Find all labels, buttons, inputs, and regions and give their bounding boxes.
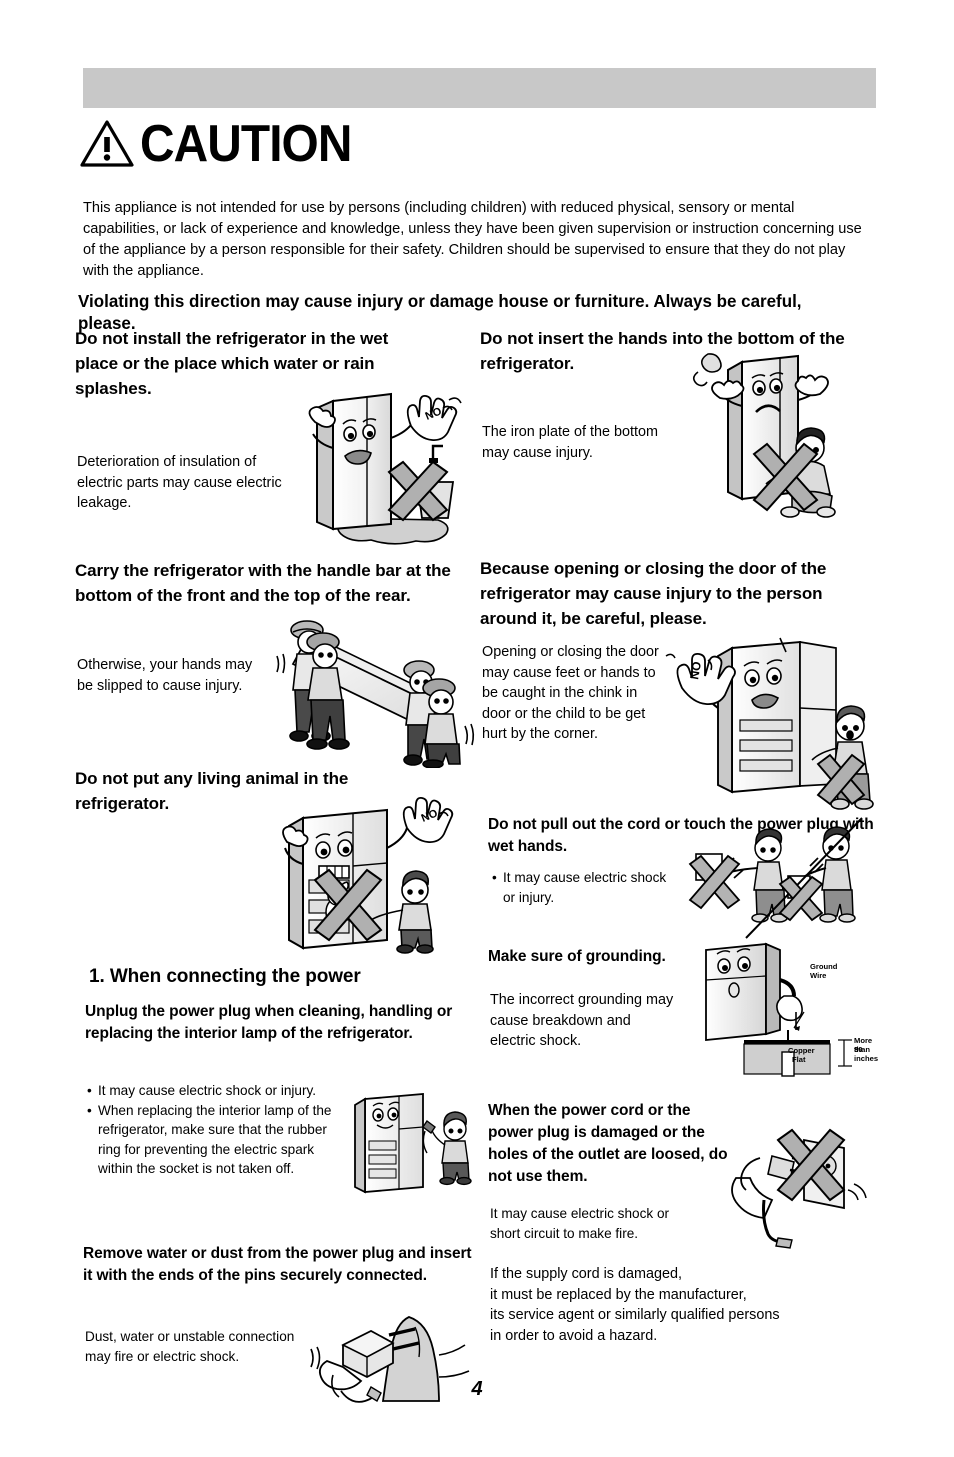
section-living-animal: Do not put any living animal in the refr…	[75, 766, 475, 961]
copper-label-line1: Copper	[788, 1046, 815, 1055]
section-carry-refrigerator: Carry the refrigerator with the handle b…	[75, 558, 475, 769]
section-wet-hands-plug: Do not pull out the cord or touch the po…	[480, 814, 880, 946]
section-opening-closing-door: Because opening or closing the door of t…	[480, 556, 880, 814]
section-hands-bottom: Do not insert the hands into the bottom …	[480, 326, 880, 556]
section-unplug-power-plug: Unplug the power plug when cleaning, han…	[75, 1001, 475, 1239]
copper-label-line2: Flat	[792, 1055, 806, 1064]
carrying-refrigerator-illustration	[261, 608, 481, 769]
list-item: It may cause electric shock or injury.	[87, 1081, 349, 1101]
section-damaged-cord: When the power cord or the power plug is…	[480, 1100, 880, 1260]
section-grounding: Make sure of grounding. The incorrect gr…	[480, 942, 880, 1098]
door-open-illustration: NO	[660, 634, 880, 812]
section-heading: Make sure of grounding.	[488, 948, 666, 965]
header-band	[83, 68, 876, 108]
section-body: It may cause electric shock or short cir…	[490, 1206, 670, 1241]
ground-wire-label-line1: Ground	[810, 962, 838, 971]
section-bullets: It may cause electric shock or injury.	[492, 868, 672, 907]
section-heading: Remove water or dust from the power plug…	[83, 1245, 472, 1284]
section-heading: When the power cord or the power plug is…	[488, 1102, 728, 1185]
manual-page: CAUTION This appliance is not intended f…	[0, 0, 954, 1457]
list-item: When replacing the interior lamp of the …	[87, 1101, 349, 1179]
wet-hands-illustration	[676, 810, 876, 942]
section-bullets: It may cause electric shock or injury. W…	[87, 1081, 349, 1179]
damaged-outlet-illustration	[720, 1122, 880, 1252]
caution-title: CAUTION	[140, 115, 352, 173]
ground-wire-label-line2: Wire	[810, 971, 827, 980]
section-heading: Because opening or closing the door of t…	[480, 559, 827, 628]
section-body: Deterioration of insulation of electric …	[77, 454, 282, 511]
section-body: Opening or closing the door may cause fe…	[482, 644, 659, 742]
caution-intro-paragraph: This appliance is not intended for use b…	[83, 199, 862, 279]
section-heading: Carry the refrigerator with the handle b…	[75, 561, 451, 605]
depth-label-line2: 30 inches	[854, 1045, 879, 1063]
section-heading-when-connecting-power: 1. When connecting the power	[89, 966, 361, 987]
grounding-diagram: Ground Wire Copper Flat More than 30 inc…	[692, 934, 884, 1086]
section-heading: Unplug the power plug when cleaning, han…	[85, 1003, 453, 1042]
caution-heading: CAUTION	[80, 118, 370, 170]
hands-bottom-illustration	[680, 344, 880, 542]
living-animal-illustration: NO	[275, 788, 465, 960]
section-wet-place: Do not install the refrigerator in the w…	[75, 326, 475, 558]
section-body: Otherwise, your hands may be slipped to …	[77, 657, 253, 694]
interior-lamp-illustration	[347, 1085, 492, 1205]
section-body: The incorrect grounding may cause breakd…	[490, 992, 674, 1049]
right-column: Do not insert the hands into the bottom …	[480, 326, 880, 1346]
refrigerator-wet-place-illustration: NO	[293, 386, 478, 556]
page-number: 4	[471, 1378, 483, 1400]
list-item: It may cause electric shock or injury.	[492, 868, 672, 907]
supply-cord-note: If the supply cord is damaged, it must b…	[490, 1266, 780, 1344]
warning-triangle-icon	[80, 120, 134, 168]
left-column: Do not install the refrigerator in the w…	[75, 326, 475, 1413]
section-body: The iron plate of the bottom may cause i…	[482, 424, 658, 461]
section-body: Dust, water or unstable connection may f…	[85, 1329, 295, 1364]
